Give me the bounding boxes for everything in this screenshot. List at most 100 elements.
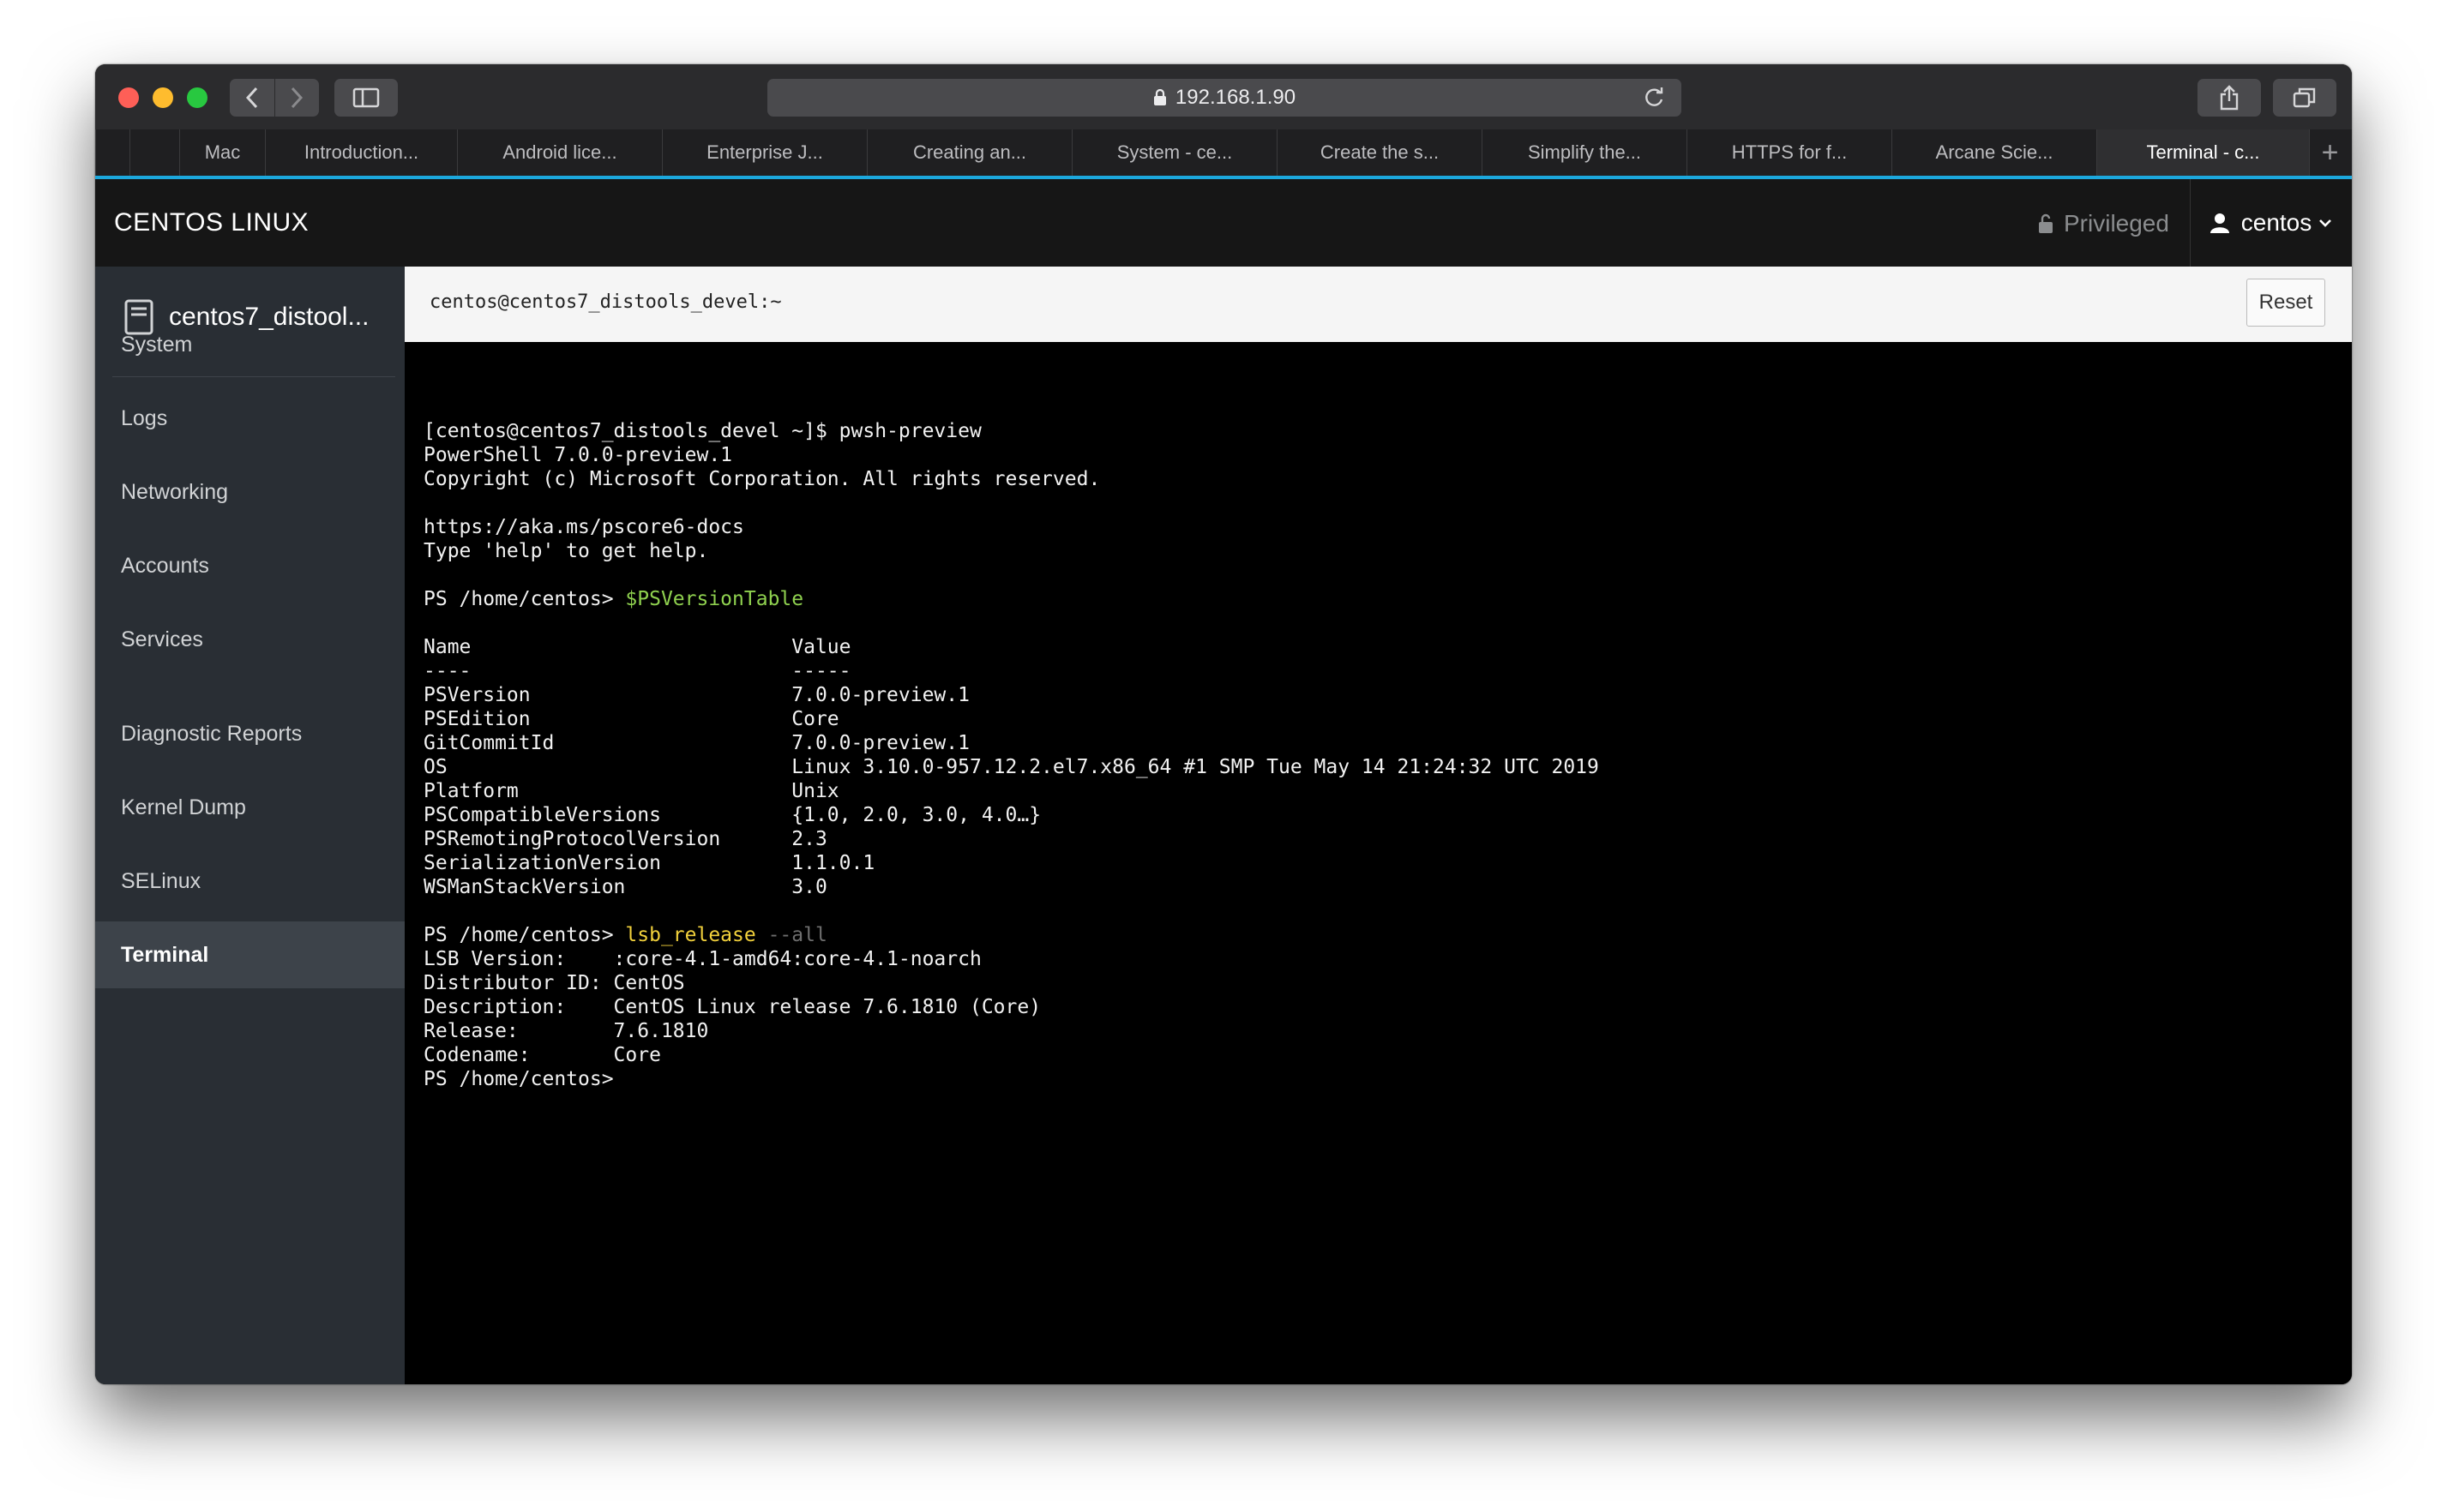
sidebar-item-logs[interactable]: Logs xyxy=(95,385,405,452)
minimize-window-button[interactable] xyxy=(153,87,173,108)
terminal-line: ---- ----- xyxy=(424,659,1599,683)
terminal-text: PSRemotingProtocolVersion 2.3 xyxy=(424,828,827,850)
user-icon xyxy=(2210,213,2229,233)
sidebar-item-kernel-dump[interactable]: Kernel Dump xyxy=(95,774,405,841)
terminal-text: Name Value xyxy=(424,636,851,658)
terminal-line: PSEdition Core xyxy=(424,707,1599,731)
sidebar-item-networking[interactable]: Networking xyxy=(95,459,405,525)
sidebar-item-diagnostic-reports[interactable]: Diagnostic Reports xyxy=(95,700,405,767)
sidebar-item-selinux[interactable]: SELinux xyxy=(95,848,405,915)
privileged-label: Privileged xyxy=(2064,210,2169,237)
terminal-line: Distributor ID: CentOS xyxy=(424,971,1599,995)
tab-strip: Mac Introduction... Android lice... Enterpr… xyxy=(95,129,2352,177)
chevron-down-icon xyxy=(2319,219,2332,227)
browser-titlebar: 192.168.1.90 xyxy=(95,64,2352,130)
chevron-left-icon xyxy=(245,87,257,109)
sidebar-item-label: Services xyxy=(121,627,203,651)
back-button[interactable] xyxy=(230,79,274,117)
terminal-line: PowerShell 7.0.0-preview.1 xyxy=(424,443,1599,467)
reload-icon[interactable] xyxy=(1642,86,1666,110)
reset-button[interactable]: Reset xyxy=(2246,279,2325,327)
terminal-text: PSVersion 7.0.0-preview.1 xyxy=(424,684,970,706)
terminal-line: https://aka.ms/pscore6-docs xyxy=(424,515,1599,539)
share-button[interactable] xyxy=(2197,79,2261,117)
brand-title: CENTOS LINUX xyxy=(114,208,310,237)
terminal-text: SerializationVersion 1.1.0.1 xyxy=(424,852,875,874)
terminal-text: Platform Unix xyxy=(424,780,839,802)
lock-icon xyxy=(1153,89,1166,105)
close-window-button[interactable] xyxy=(118,87,139,108)
privileged-indicator[interactable]: Privileged xyxy=(2038,210,2169,237)
terminal-output: [centos@centos7_distools_devel ~]$ pwsh-… xyxy=(424,419,1599,1091)
terminal-text: PowerShell 7.0.0-preview.1 xyxy=(424,444,733,466)
terminal-text: Copyright (c) Microsoft Corporation. All… xyxy=(424,468,1101,490)
browser-tab[interactable]: Create the s... xyxy=(1277,129,1482,176)
terminal-line: WSManStackVersion 3.0 xyxy=(424,875,1599,899)
terminal-text: PSEdition Core xyxy=(424,708,839,730)
terminal-text: OS Linux 3.10.0-957.12.2.el7.x86_64 #1 S… xyxy=(424,756,1599,778)
terminal-screen[interactable]: [centos@centos7_distools_devel ~]$ pwsh-… xyxy=(405,342,2352,1384)
address-bar[interactable]: 192.168.1.90 xyxy=(767,79,1681,117)
sidebar-icon xyxy=(352,87,380,108)
terminal-text: Codename: Core xyxy=(424,1044,661,1066)
forward-button[interactable] xyxy=(274,79,320,117)
tabs-overview-icon xyxy=(2293,87,2316,108)
browser-tab[interactable]: Simplify the... xyxy=(1482,129,1686,176)
terminal-line: PSVersion 7.0.0-preview.1 xyxy=(424,683,1599,707)
sidebar-item-services[interactable]: Services xyxy=(95,606,405,673)
terminal-line: GitCommitId 7.0.0-preview.1 xyxy=(424,731,1599,755)
browser-tab[interactable]: Arcane Scie... xyxy=(1891,129,2096,176)
terminal-text: lsb_release xyxy=(625,924,756,946)
show-tabs-button[interactable] xyxy=(2273,79,2336,117)
browser-tab[interactable]: Introduction... xyxy=(265,129,457,176)
sidebar-item-label: System xyxy=(121,332,193,357)
terminal-line: LSB Version: :core-4.1-amd64:core-4.1-no… xyxy=(424,947,1599,971)
tab-active[interactable]: Terminal - c... xyxy=(2096,129,2309,176)
new-tab-button[interactable]: + xyxy=(2309,129,2350,176)
terminal-text: Distributor ID: CentOS xyxy=(424,972,685,994)
terminal-text: [centos@centos7_distools_devel ~]$ pwsh-… xyxy=(424,420,982,442)
terminal-text: PSCompatibleVersions {1.0, 2.0, 3.0, 4.0… xyxy=(424,804,1042,826)
terminal-text: PS /home/centos> xyxy=(424,924,626,946)
zoom-window-button[interactable] xyxy=(187,87,207,108)
browser-tab[interactable]: System - ce... xyxy=(1072,129,1277,176)
browser-tab[interactable]: Android lice... xyxy=(457,129,662,176)
terminal-line: Platform Unix xyxy=(424,779,1599,803)
sidebar-toggle-button[interactable] xyxy=(334,79,398,117)
terminal-line: Copyright (c) Microsoft Corporation. All… xyxy=(424,467,1599,491)
browser-tab[interactable]: Mac xyxy=(179,129,265,176)
sidebar-item-accounts[interactable]: Accounts xyxy=(95,532,405,599)
terminal-text: Description: CentOS Linux release 7.6.18… xyxy=(424,996,1042,1018)
terminal-line: PS /home/centos> lsb_release --all xyxy=(424,923,1599,947)
terminal-text: Type 'help' to get help. xyxy=(424,540,709,562)
terminal-text: --all xyxy=(755,924,827,946)
browser-tab[interactable]: Enterprise J... xyxy=(662,129,867,176)
sidebar-item-label: Kernel Dump xyxy=(121,795,246,819)
terminal-text: PS /home/centos> xyxy=(424,588,626,610)
browser-tab[interactable] xyxy=(95,129,129,176)
terminal-line: [centos@centos7_distools_devel ~]$ pwsh-… xyxy=(424,419,1599,443)
sidebar-item-terminal[interactable]: Terminal xyxy=(95,921,405,988)
terminal-line: PS /home/centos> xyxy=(424,1067,1599,1091)
terminal-line: Codename: Core xyxy=(424,1043,1599,1067)
cockpit-header: CENTOS LINUX Privileged centos xyxy=(95,179,2352,267)
user-menu[interactable]: centos xyxy=(2190,179,2352,267)
browser-tab[interactable]: Creating an... xyxy=(867,129,1072,176)
browser-window: 192.168.1.90 Mac Introduction... Android l… xyxy=(95,64,2352,1384)
browser-tab[interactable]: HTTPS for f... xyxy=(1686,129,1891,176)
terminal-text: GitCommitId 7.0.0-preview.1 xyxy=(424,732,970,754)
sidebar-item-system[interactable]: System xyxy=(95,311,405,378)
url-text: 192.168.1.90 xyxy=(1175,86,1296,109)
unlock-icon xyxy=(2039,213,2053,233)
terminal-line: PSCompatibleVersions {1.0, 2.0, 3.0, 4.0… xyxy=(424,803,1599,827)
terminal-header: centos@centos7_distools_devel:~ Reset xyxy=(405,267,2352,343)
terminal-line: SerializationVersion 1.1.0.1 xyxy=(424,851,1599,875)
chevron-right-icon xyxy=(292,87,304,109)
browser-tab[interactable] xyxy=(129,129,179,176)
user-name: centos xyxy=(2240,209,2312,236)
sidebar-item-label: SELinux xyxy=(121,868,201,893)
